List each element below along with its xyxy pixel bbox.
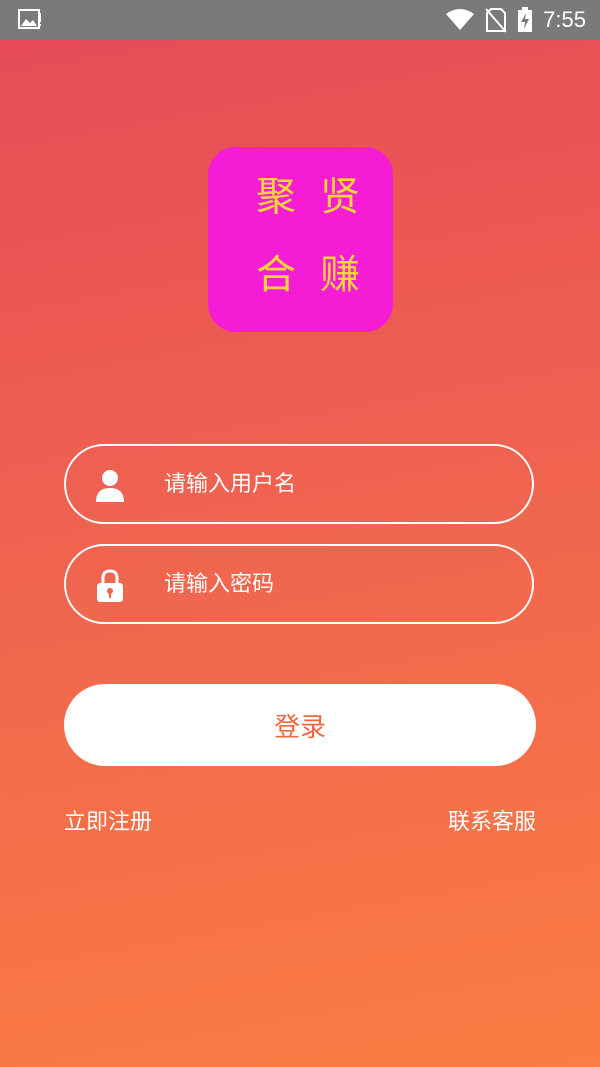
login-button[interactable]: 登录 [64, 684, 536, 766]
register-link[interactable]: 立即注册 [64, 804, 152, 836]
logo-char: 合 [256, 252, 296, 298]
username-input[interactable] [164, 464, 504, 504]
logo-char: 聚 [256, 174, 296, 220]
password-input[interactable] [164, 564, 504, 604]
status-time: 7:55 [543, 7, 586, 32]
no-sim-icon [485, 8, 507, 33]
logo-char: 赚 [320, 252, 360, 298]
lock-icon [97, 569, 123, 602]
app-logo: 聚 贤 合 赚 [208, 147, 393, 332]
status-bar: 7:55 [0, 0, 600, 40]
user-icon [96, 470, 124, 502]
logo-char: 贤 [320, 174, 360, 220]
password-field[interactable] [64, 544, 534, 624]
wifi-icon [446, 9, 475, 30]
battery-charging-icon [518, 7, 533, 32]
username-field[interactable] [64, 444, 534, 524]
image-icon [18, 9, 41, 29]
contact-support-link[interactable]: 联系客服 [448, 804, 536, 836]
